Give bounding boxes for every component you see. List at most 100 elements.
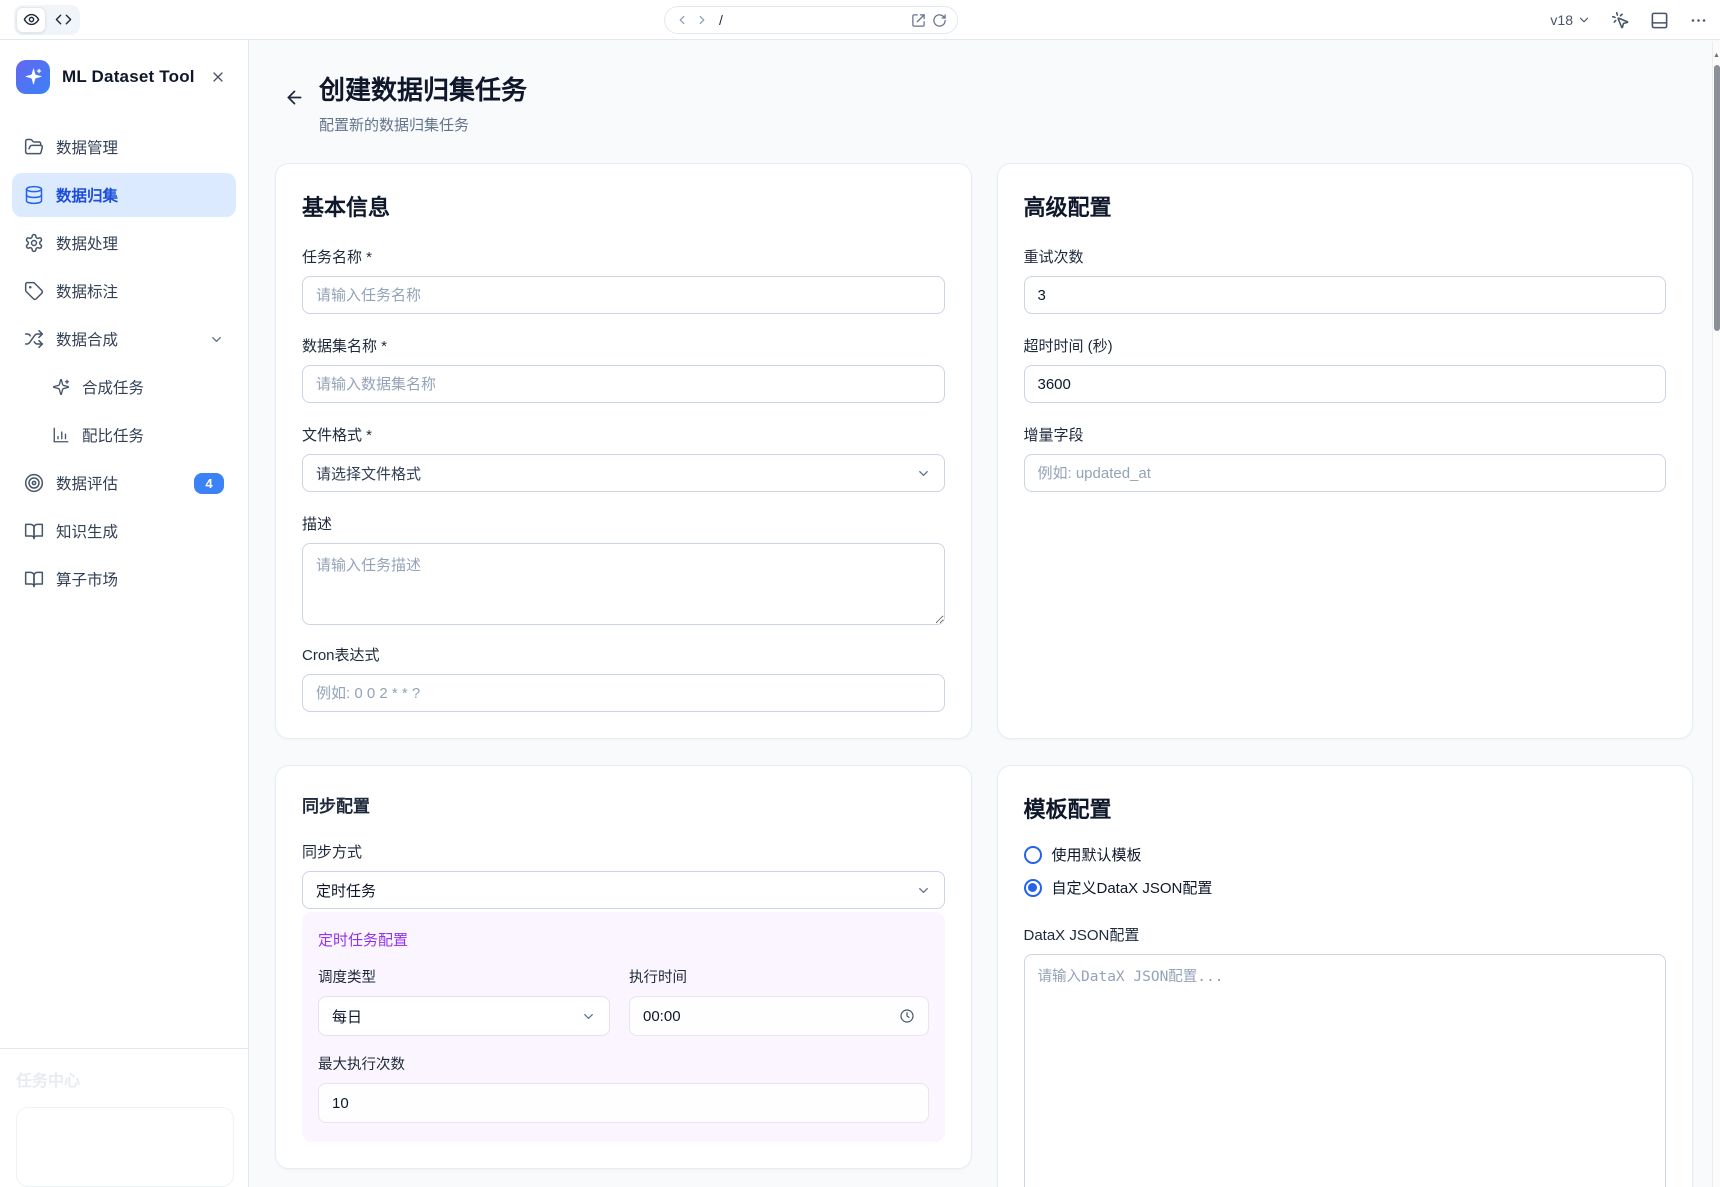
max-exec-count-value: 10	[332, 1095, 349, 1112]
back-nav-icon[interactable]	[675, 13, 689, 27]
chevron-down-icon	[916, 466, 931, 481]
ellipsis-icon	[1689, 11, 1708, 30]
sidebar-item-label: 数据处理	[56, 232, 224, 254]
scheduled-task-panel-heading: 定时任务配置	[318, 929, 929, 950]
description-textarea[interactable]	[302, 543, 945, 625]
vertical-scrollbar: ▲	[1712, 41, 1720, 1187]
sync-config-heading: 同步配置	[302, 792, 945, 817]
sidebar-item-ratio-task[interactable]: 配比任务	[12, 413, 236, 457]
url-path: /	[719, 12, 905, 28]
sparkles-icon	[52, 378, 70, 396]
forward-nav-icon[interactable]	[695, 13, 709, 27]
sync-mode-label: 同步方式	[302, 841, 945, 862]
page-title: 创建数据归集任务	[319, 70, 527, 107]
advanced-config-heading: 高级配置	[1024, 190, 1667, 222]
code-icon	[55, 11, 72, 28]
scrollbar-up-arrow[interactable]: ▲	[1713, 51, 1720, 61]
default-template-radio-option[interactable]: 使用默认模板	[1024, 844, 1667, 865]
sidebar-item-label: 数据归集	[56, 184, 224, 206]
more-options-button[interactable]	[1689, 11, 1708, 30]
template-config-heading: 模板配置	[1024, 792, 1667, 824]
app-logo	[16, 60, 50, 94]
sidebar-item-data-labeling[interactable]: 数据标注	[12, 269, 236, 313]
timeout-label: 超时时间 (秒)	[1024, 335, 1667, 356]
back-button[interactable]	[275, 78, 313, 116]
sidebar-item-knowledge-generation[interactable]: 知识生成	[12, 509, 236, 553]
exec-time-input[interactable]: 00:00	[629, 996, 929, 1036]
panel-layout-button[interactable]	[1650, 11, 1669, 30]
app-window: / v18	[0, 0, 1720, 1187]
file-format-select[interactable]: 请选择文件格式	[302, 454, 945, 492]
sidebar-item-label: 数据评估	[56, 472, 182, 494]
sidebar-item-data-management[interactable]: 数据管理	[12, 125, 236, 169]
scheduled-task-panel: 定时任务配置 调度类型 每日 执行时间	[302, 912, 945, 1142]
custom-datax-radio-option[interactable]: 自定义DataX JSON配置	[1024, 877, 1667, 898]
address-bar[interactable]: /	[664, 6, 958, 34]
scrollbar-thumb[interactable]	[1714, 65, 1720, 331]
max-exec-count-label: 最大执行次数	[318, 1053, 929, 1074]
sidebar-item-operator-market[interactable]: 算子市场	[12, 557, 236, 601]
chevron-down-icon	[209, 332, 224, 347]
sidebar-item-label: 知识生成	[56, 520, 224, 542]
sync-config-card: 同步配置 同步方式 定时任务 定时任务配置 调度类型	[275, 765, 972, 1169]
preview-toggle-button[interactable]	[16, 7, 46, 33]
sidebar-item-data-processing[interactable]: 数据处理	[12, 221, 236, 265]
cron-input[interactable]	[302, 674, 945, 712]
dataset-name-input[interactable]	[302, 365, 945, 403]
tag-icon	[24, 281, 44, 301]
sidebar-item-data-synthesis[interactable]: 数据合成	[12, 317, 236, 361]
book-icon	[24, 521, 44, 541]
file-format-select-value: 请选择文件格式	[316, 463, 421, 484]
custom-datax-radio-label: 自定义DataX JSON配置	[1052, 877, 1213, 898]
schedule-type-select-value: 每日	[332, 1006, 362, 1027]
sidebar-item-synthesis-task[interactable]: 合成任务	[12, 365, 236, 409]
description-label: 描述	[302, 513, 945, 534]
datax-json-label: DataX JSON配置	[1024, 924, 1667, 945]
basic-info-card: 基本信息 任务名称 * 数据集名称 * 文件格式 * 请选择文件格式	[275, 163, 972, 739]
task-center-panel	[16, 1107, 234, 1187]
bar-chart-icon	[52, 426, 70, 444]
sidebar-item-label: 数据标注	[56, 280, 224, 302]
view-toggle-group	[14, 5, 80, 35]
sidebar: ML Dataset Tool 数据管理 数据归集 数据处理	[0, 40, 249, 1187]
arrow-left-icon	[284, 87, 305, 108]
default-template-radio-label: 使用默认模板	[1052, 844, 1142, 865]
timeout-input[interactable]	[1024, 365, 1667, 403]
incremental-field-input[interactable]	[1024, 454, 1667, 492]
task-center-label: 任务中心	[16, 1067, 234, 1091]
panel-bottom-icon	[1650, 11, 1669, 30]
sidebar-item-label: 配比任务	[82, 424, 224, 446]
mouse-pointer-click-icon	[1611, 11, 1630, 30]
schedule-type-select[interactable]: 每日	[318, 996, 610, 1036]
sidebar-nav: 数据管理 数据归集 数据处理 数据标注 数据合成	[0, 113, 248, 601]
dataset-name-label: 数据集名称 *	[302, 335, 945, 356]
sidebar-close-button[interactable]	[204, 63, 232, 91]
sidebar-item-label: 合成任务	[82, 376, 224, 398]
pointer-mode-button[interactable]	[1611, 11, 1630, 30]
eye-icon	[23, 11, 40, 28]
version-selector[interactable]: v18	[1550, 12, 1591, 28]
open-external-icon[interactable]	[911, 13, 926, 28]
top-toolbar: / v18	[0, 0, 1720, 40]
sidebar-item-data-collection[interactable]: 数据归集	[12, 173, 236, 217]
sidebar-item-data-evaluation[interactable]: 数据评估 4	[12, 461, 236, 505]
task-name-label: 任务名称 *	[302, 246, 945, 267]
gear-icon	[24, 233, 44, 253]
target-icon	[24, 473, 44, 493]
radio-checked-icon[interactable]	[1024, 879, 1042, 897]
sidebar-item-label: 算子市场	[56, 568, 224, 590]
sidebar-item-label: 数据合成	[56, 328, 197, 350]
app-title: ML Dataset Tool	[62, 67, 204, 87]
retry-count-input[interactable]	[1024, 276, 1667, 314]
code-toggle-button[interactable]	[48, 7, 78, 33]
shuffle-icon	[24, 329, 44, 349]
refresh-icon[interactable]	[932, 13, 947, 28]
max-exec-count-input[interactable]: 10	[318, 1083, 929, 1123]
chevron-down-icon	[1577, 13, 1591, 27]
datax-json-textarea[interactable]	[1024, 954, 1667, 1187]
sync-mode-select[interactable]: 定时任务	[302, 871, 945, 909]
chevron-down-icon	[581, 1009, 596, 1024]
radio-unchecked-icon[interactable]	[1024, 846, 1042, 864]
task-name-input[interactable]	[302, 276, 945, 314]
basic-info-heading: 基本信息	[302, 190, 945, 222]
